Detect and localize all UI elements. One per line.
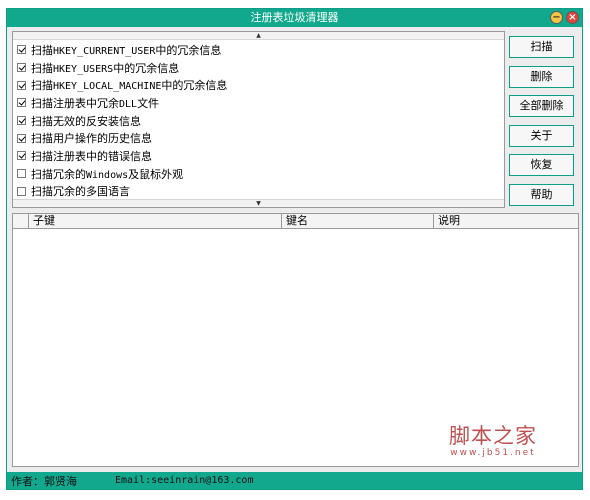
- action-buttons: 扫描 删除 全部删除 关于 恢复 帮助: [509, 36, 574, 214]
- option-label: 扫描HKEY_LOCAL_MACHINE中的冗余信息: [31, 79, 228, 93]
- help-button[interactable]: 帮助: [509, 183, 574, 206]
- checkbox[interactable]: [17, 63, 26, 73]
- app-window: 注册表垃圾清理器 − × ▲ 扫描HKEY_CURRENT_USER中的冗余信息…: [6, 8, 583, 490]
- option-history[interactable]: 扫描用户操作的历史信息: [17, 129, 504, 147]
- option-users[interactable]: 扫描HKEY_USERS中的冗余信息: [17, 59, 504, 77]
- column-header-subkey[interactable]: 子键: [29, 214, 282, 228]
- scroll-down-arrow-icon[interactable]: ▼: [13, 199, 504, 207]
- option-label: 扫描冗余的多国语言: [31, 185, 130, 199]
- scan-button[interactable]: 扫描: [509, 36, 574, 58]
- window-title: 注册表垃圾清理器: [250, 11, 339, 24]
- option-label: 扫描注册表中的错误信息: [31, 149, 152, 163]
- restore-button[interactable]: 恢复: [509, 154, 574, 177]
- scan-options-list: ▲ 扫描HKEY_CURRENT_USER中的冗余信息 扫描HKEY_USERS…: [12, 31, 505, 208]
- option-label: 扫描用户操作的历史信息: [31, 132, 152, 146]
- watermark-text: 脚本之家: [449, 424, 537, 448]
- checkbox[interactable]: [17, 116, 26, 126]
- column-header-keyname[interactable]: 键名: [282, 214, 434, 228]
- checkbox[interactable]: [17, 133, 26, 143]
- author-text: 作者：郭贤海: [11, 474, 77, 488]
- watermark: 脚本之家 www.jb51.net: [428, 420, 558, 458]
- checkbox[interactable]: [17, 98, 26, 108]
- option-languages[interactable]: 扫描冗余的多国语言: [17, 183, 504, 201]
- option-label: 扫描注册表中冗余DLL文件: [31, 96, 160, 110]
- window-controls: − ×: [550, 11, 579, 24]
- delete-all-button[interactable]: 全部删除: [509, 95, 574, 118]
- scan-options-items: 扫描HKEY_CURRENT_USER中的冗余信息 扫描HKEY_USERS中的…: [17, 41, 504, 200]
- option-dll[interactable]: 扫描注册表中冗余DLL文件: [17, 94, 504, 112]
- option-label: 扫描HKEY_CURRENT_USER中的冗余信息: [31, 43, 222, 57]
- close-icon[interactable]: ×: [566, 11, 579, 24]
- status-bar: 作者：郭贤海 Email:seeinrain@163.com: [7, 472, 582, 489]
- option-local-machine[interactable]: 扫描HKEY_LOCAL_MACHINE中的冗余信息: [17, 76, 504, 94]
- column-header-description[interactable]: 说明: [434, 214, 574, 228]
- option-label: 扫描冗余的Windows及鼠标外观: [31, 167, 184, 181]
- option-errors[interactable]: 扫描注册表中的错误信息: [17, 147, 504, 165]
- checkbox[interactable]: [17, 186, 26, 196]
- checkbox[interactable]: [17, 45, 26, 55]
- column-header-blank[interactable]: [13, 214, 29, 228]
- about-button[interactable]: 关于: [509, 124, 574, 147]
- table-header: 子键 键名 说明: [13, 214, 578, 229]
- email-text: Email:seeinrain@163.com: [115, 475, 254, 486]
- checkbox[interactable]: [17, 151, 26, 161]
- option-label: 扫描无效的反安装信息: [31, 114, 141, 128]
- checkbox[interactable]: [17, 169, 26, 179]
- checkbox[interactable]: [17, 80, 26, 90]
- scroll-up-arrow-icon[interactable]: ▲: [13, 32, 504, 40]
- delete-button[interactable]: 删除: [509, 65, 574, 88]
- title-bar[interactable]: 注册表垃圾清理器 − ×: [7, 9, 582, 27]
- watermark-url: www.jb51.net: [450, 448, 536, 458]
- minimize-icon[interactable]: −: [550, 11, 563, 24]
- option-label: 扫描HKEY_USERS中的冗余信息: [31, 61, 180, 75]
- option-current-user[interactable]: 扫描HKEY_CURRENT_USER中的冗余信息: [17, 41, 504, 59]
- option-uninstall[interactable]: 扫描无效的反安装信息: [17, 112, 504, 130]
- option-windows-cursor[interactable]: 扫描冗余的Windows及鼠标外观: [17, 165, 504, 183]
